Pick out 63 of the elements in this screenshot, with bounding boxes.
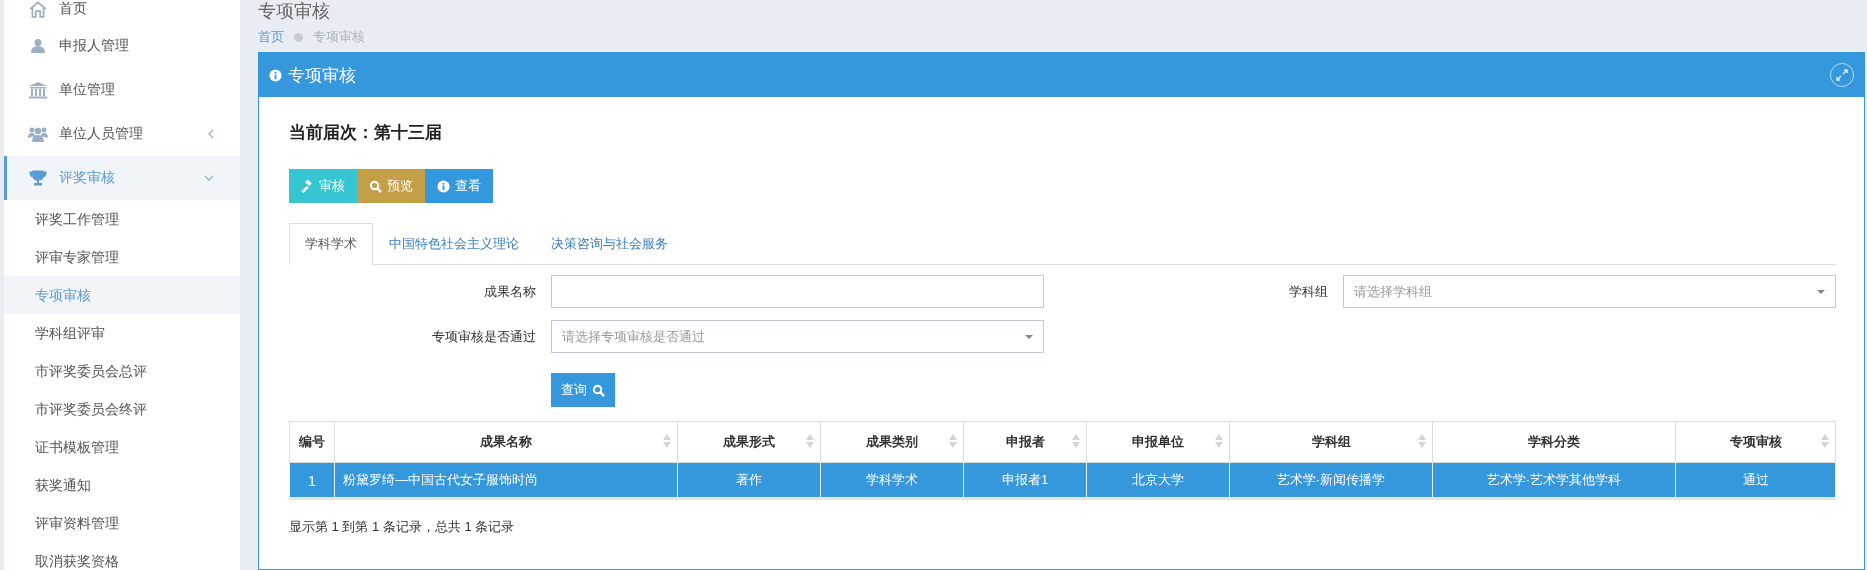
sort-icon <box>663 434 671 448</box>
breadcrumb-current: 专项审核 <box>313 28 365 46</box>
field-label: 成果名称 <box>483 282 536 301</box>
table-cell: 1 <box>289 462 335 499</box>
sort-icon <box>1418 434 1426 448</box>
column-header[interactable]: 学科组 <box>1229 421 1433 463</box>
sidebar-subitem[interactable]: 获奖通知 <box>4 466 240 504</box>
expand-icon <box>1836 69 1848 81</box>
search-icon <box>369 179 382 193</box>
sidebar-subitem[interactable]: 市评奖委员会总评 <box>4 352 240 390</box>
info-icon <box>269 68 282 82</box>
column-header[interactable]: 申报单位 <box>1086 421 1230 463</box>
gavel-icon <box>301 179 314 193</box>
pagination-info: 显示第 1 到第 1 条记录，总共 1 条记录 <box>289 518 516 536</box>
sort-icon <box>1072 434 1080 448</box>
sidebar-subitem[interactable]: 市评奖委员会终评 <box>4 390 240 428</box>
column-header: 学科分类 <box>1432 421 1676 463</box>
column-header: 编号 <box>289 421 335 463</box>
page-title: 专项审核 <box>258 0 331 22</box>
field-label: 专项审核是否通过 <box>431 327 536 346</box>
sidebar-subitem[interactable]: 取消获奖资格 <box>4 542 240 570</box>
table-cell: 粉黛罗绮—中国古代女子服饰时尚 <box>334 462 678 499</box>
table-cell: 北京大学 <box>1086 462 1230 499</box>
sidebar-subitem[interactable]: 评审专家管理 <box>4 238 240 276</box>
info-icon <box>437 179 450 193</box>
field-label: 学科组 <box>1288 282 1328 301</box>
bank-icon <box>27 81 49 99</box>
table-cell: 通过 <box>1675 462 1836 499</box>
sort-icon <box>1821 434 1829 448</box>
sidebar-item[interactable]: 申报人管理 <box>4 24 240 68</box>
tab[interactable]: 学科学术 <box>289 223 373 265</box>
sidebar-item[interactable]: 首页 <box>4 0 240 24</box>
sidebar-subitem[interactable]: 学科组评审 <box>4 314 240 352</box>
table-cell: 艺术学·艺术学其他学科 <box>1432 462 1676 499</box>
panel-title-text: 专项审核 <box>288 64 356 87</box>
sidebar-subitem[interactable]: 评审资料管理 <box>4 504 240 542</box>
caret-icon <box>1817 289 1825 294</box>
users-icon <box>27 126 49 142</box>
sort-icon <box>806 434 814 448</box>
sort-icon <box>949 434 957 448</box>
column-header[interactable]: 成果名称 <box>334 421 678 463</box>
current-round: 当前届次：第十三届 <box>289 122 443 144</box>
sidebar-subitem[interactable]: 评奖工作管理 <box>4 200 240 238</box>
column-header[interactable]: 成果形式 <box>677 421 821 463</box>
sidebar-subitem[interactable]: 证书模板管理 <box>4 428 240 466</box>
table-cell: 申报者1 <box>963 462 1087 499</box>
table-cell: 著作 <box>677 462 821 499</box>
breadcrumb-separator-icon <box>294 32 303 42</box>
tab[interactable]: 决策咨询与社会服务 <box>535 223 684 264</box>
caret-icon <box>1025 334 1033 339</box>
table-cell: 艺术学·新闻传播学 <box>1229 462 1433 499</box>
home-icon <box>27 0 49 18</box>
sidebar-item[interactable]: 单位人员管理 <box>4 112 240 156</box>
column-header[interactable]: 申报者 <box>963 421 1087 463</box>
column-header[interactable]: 专项审核 <box>1675 421 1836 463</box>
sort-icon <box>1215 434 1223 448</box>
text-field[interactable] <box>551 275 1044 308</box>
sidebar-item[interactable]: 单位管理 <box>4 68 240 112</box>
search-icon <box>592 383 605 397</box>
trophy-icon <box>27 170 49 186</box>
table-cell: 学科学术 <box>820 462 964 499</box>
tab[interactable]: 中国特色社会主义理论 <box>373 223 535 264</box>
column-header[interactable]: 成果类别 <box>820 421 964 463</box>
